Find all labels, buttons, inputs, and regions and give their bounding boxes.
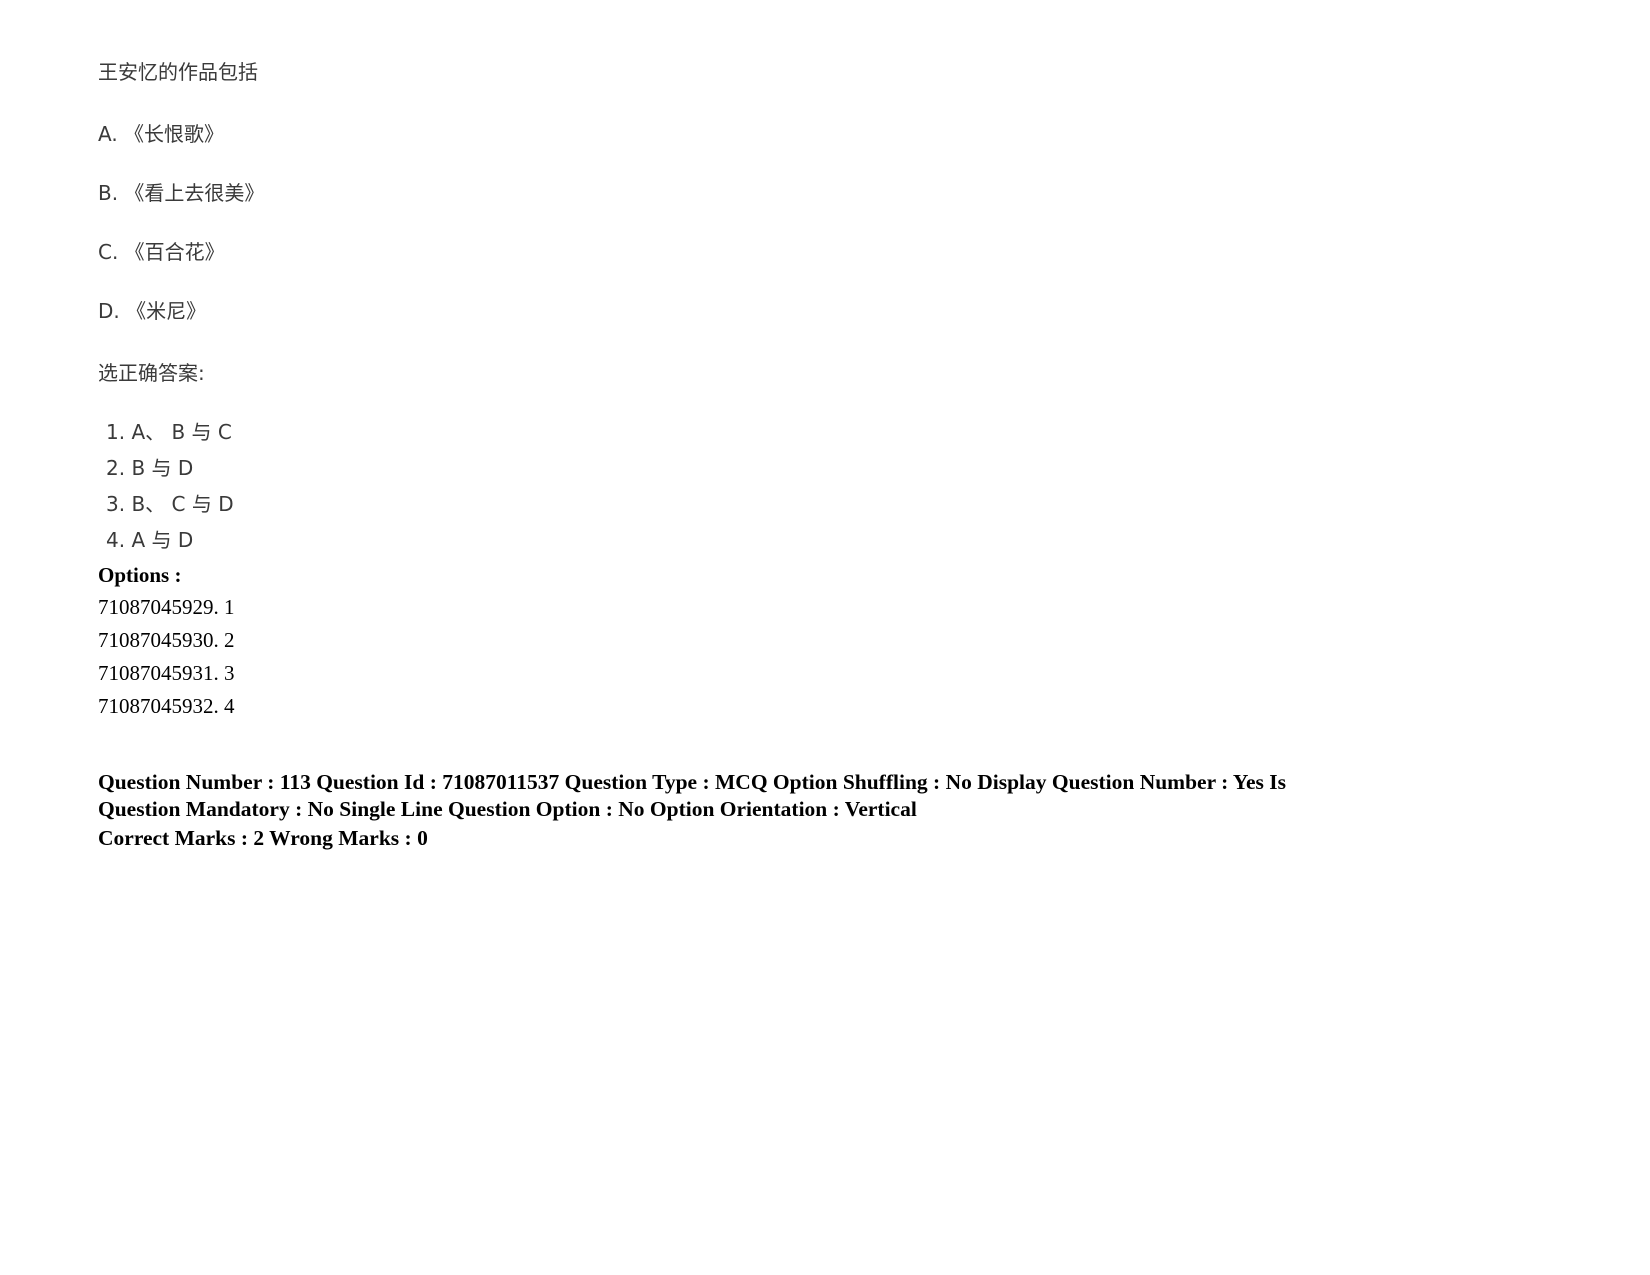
option-id-row: 71087045932. 4 [98, 694, 235, 718]
document-page: 王安忆的作品包括 A. 《长恨歌》 B. 《看上去很美》 C. 《百合花》 D.… [0, 0, 1650, 1275]
answer-option-3: 3. B、 C 与 D [106, 492, 234, 516]
metadata-line-3: Correct Marks : 2 Wrong Marks : 0 [98, 826, 428, 851]
choice-list: A. 《长恨歌》 B. 《看上去很美》 C. 《百合花》 D. 《米尼》 [98, 122, 264, 358]
instruction-text: 选正确答案: [98, 361, 205, 385]
choice-item-c: C. 《百合花》 [98, 240, 225, 264]
question-stem: 王安忆的作品包括 [98, 60, 258, 84]
option-id-row: 71087045929. 1 [98, 595, 235, 619]
answer-option-list: 1. A、 B 与 C 2. B 与 D 3. B、 C 与 D 4. A 与 … [106, 420, 234, 564]
choice-item-b: B. 《看上去很美》 [98, 181, 265, 205]
choice-item-a: A. 《长恨歌》 [98, 122, 225, 146]
option-id-row: 71087045930. 2 [98, 628, 235, 652]
answer-option-1: 1. A、 B 与 C [106, 420, 232, 444]
metadata-line-2: Question Mandatory : No Single Line Ques… [98, 797, 917, 822]
answer-option-2: 2. B 与 D [106, 456, 194, 480]
answer-option-4: 4. A 与 D [106, 528, 194, 552]
option-id-row: 71087045931. 3 [98, 661, 235, 685]
choice-item-d: D. 《米尼》 [98, 299, 207, 323]
metadata-line-1: Question Number : 113 Question Id : 7108… [98, 770, 1287, 794]
option-id-list: 71087045929. 1 71087045930. 2 7108704593… [98, 595, 235, 727]
metadata-paragraph: Question Number : 113 Question Id : 7108… [98, 769, 1428, 823]
question-metadata: Question Number : 113 Question Id : 7108… [98, 769, 1428, 852]
options-label: Options : [98, 563, 182, 587]
